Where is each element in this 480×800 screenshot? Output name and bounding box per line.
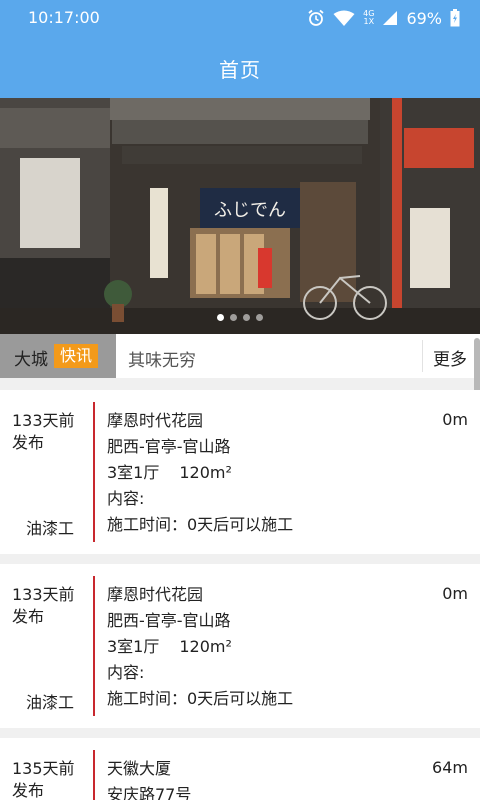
battery-charging-icon (450, 9, 460, 27)
shop-sign: ふじでん (214, 200, 286, 221)
trade-type: 油漆工 (26, 693, 75, 712)
network-label-bottom: 1X (363, 17, 375, 26)
app-screen: 10:17:00 4G 1X 69% 首页 ふじでん 大城 快讯 其味无穷 更多… (0, 0, 480, 800)
listing-details: 天徽大厦 安庆路77号 (107, 758, 467, 800)
posted-ago: 133天前发布 (12, 411, 75, 452)
news-city: 大城 (14, 350, 48, 370)
posted-ago: 133天前发布 (12, 585, 75, 626)
project-layout: 3室1厅 120m² (107, 636, 467, 662)
listing-details: 摩恩时代花园 肥西-官亭-官山路 3室1厅 120m² 内容: 施工时间：0天后可… (107, 584, 467, 714)
project-name: 摩恩时代花园 (107, 585, 204, 604)
content-label: 内容: (107, 489, 145, 508)
floor-size: 120m² (179, 463, 232, 482)
schedule-text: 施工时间：0天后可以施工 (107, 515, 294, 534)
carousel-dot[interactable] (230, 314, 237, 321)
news-ticker[interactable]: 大城 快讯 其味无穷 更多 (0, 334, 480, 378)
news-brand: 大城 快讯 (0, 334, 116, 378)
card-divider (93, 750, 95, 800)
project-layout: 3室1厅 120m² (107, 462, 467, 488)
carousel-dot[interactable] (256, 314, 263, 321)
project-area: 肥西-官亭-官山路 (107, 437, 231, 456)
status-icons: 4G 1X 69% (307, 8, 460, 28)
app-header: 10:17:00 4G 1X 69% 首页 (0, 0, 480, 98)
carousel-dot[interactable] (217, 314, 224, 321)
listing-card[interactable]: 133天前发布 油漆工 摩恩时代花园 肥西-官亭-官山路 3室1厅 120m² 内… (0, 564, 480, 728)
page-title: 首页 (219, 58, 261, 82)
room-count: 3室1厅 (107, 637, 160, 656)
listing-card[interactable]: 135天前发布 天徽大厦 安庆路77号 64m (0, 738, 480, 800)
posted-ago: 135天前发布 (12, 759, 75, 800)
distance: 0m (442, 410, 468, 429)
network-type: 4G 1X (363, 10, 374, 26)
cell-signal-icon (383, 11, 398, 25)
distance: 64m (432, 758, 468, 777)
carousel-indicator (0, 314, 480, 322)
content-label: 内容: (107, 663, 145, 682)
listing-card[interactable]: 133天前发布 油漆工 摩恩时代花园 肥西-官亭-官山路 3室1厅 120m² 内… (0, 390, 480, 554)
project-area: 安庆路77号 (107, 785, 192, 800)
status-bar: 10:17:00 4G 1X 69% (0, 0, 480, 36)
news-headline[interactable]: 其味无穷 (128, 346, 196, 371)
trade-type: 油漆工 (26, 519, 75, 538)
project-name: 天徽大厦 (107, 759, 172, 778)
listing-details: 摩恩时代花园 肥西-官亭-官山路 3室1厅 120m² 内容: 施工时间：0天后可… (107, 410, 467, 540)
wifi-icon (333, 10, 355, 26)
project-area: 肥西-官亭-官山路 (107, 611, 231, 630)
schedule-text: 施工时间：0天后可以施工 (107, 689, 294, 708)
banner-image: ふじでん (0, 98, 480, 334)
carousel-dot[interactable] (243, 314, 250, 321)
status-time: 10:17:00 (28, 8, 100, 27)
card-divider (93, 576, 95, 716)
more-button[interactable]: 更多 (433, 345, 467, 370)
floor-size: 120m² (179, 637, 232, 656)
distance: 0m (442, 584, 468, 603)
project-name: 摩恩时代花园 (107, 411, 204, 430)
alarm-icon (308, 9, 324, 26)
card-divider (93, 402, 95, 542)
room-count: 3室1厅 (107, 463, 160, 482)
divider (422, 340, 423, 372)
battery-percent: 69% (406, 8, 442, 28)
banner-carousel[interactable]: ふじでん (0, 98, 480, 334)
news-tag-badge: 快讯 (54, 344, 99, 368)
